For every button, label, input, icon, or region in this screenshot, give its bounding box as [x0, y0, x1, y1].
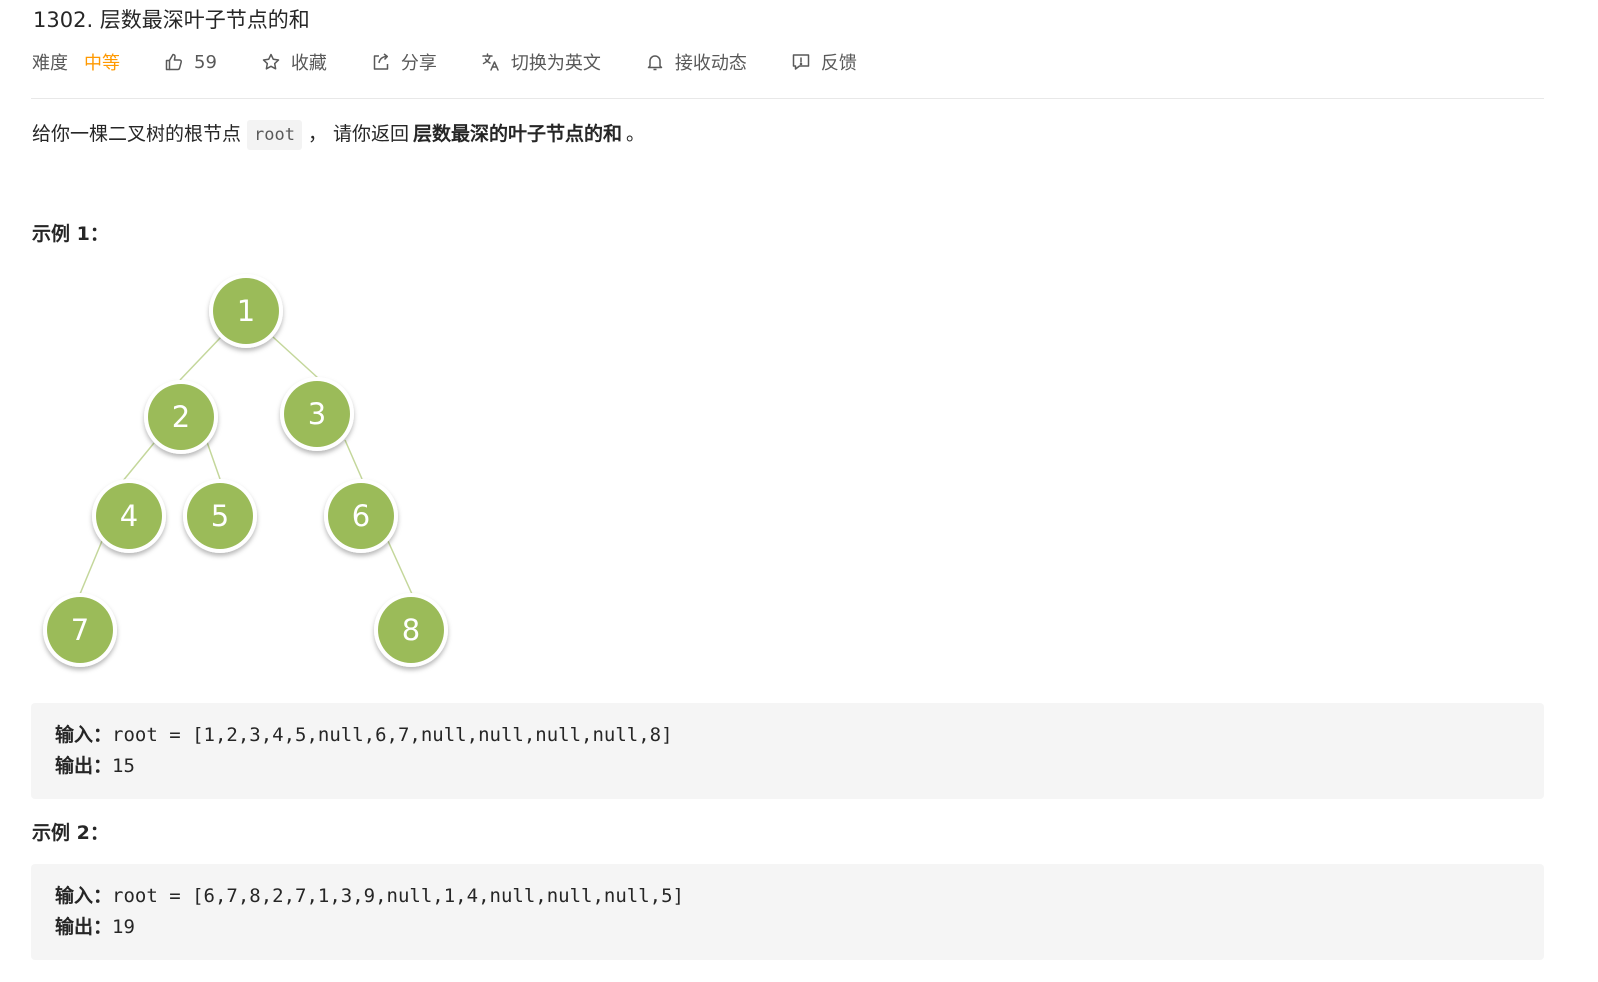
tree-edges — [79, 336, 413, 595]
example-1-title: 示例 1： — [32, 223, 109, 245]
share-button[interactable]: 分享 — [371, 49, 437, 75]
tree-node: 5 — [183, 479, 257, 553]
tree-edge — [79, 540, 103, 595]
tree-node-label: 5 — [211, 499, 229, 533]
star-icon — [261, 52, 281, 72]
tree-edge — [121, 442, 155, 483]
tree-node: 7 — [43, 593, 117, 667]
tree-node-label: 2 — [172, 400, 190, 434]
tree-edge — [272, 336, 319, 379]
translate-icon — [481, 52, 501, 72]
example-1-code-block: 输入：root = [1,2,3,4,5,null,6,7,null,null,… — [31, 703, 1544, 799]
header-divider — [31, 98, 1544, 99]
favorite-label: 收藏 — [290, 53, 327, 74]
output-label: 输出： — [55, 916, 113, 938]
tree-edge — [344, 439, 363, 480]
description-prefix: 给你一棵二叉树的根节点 — [32, 123, 242, 145]
share-icon — [371, 52, 391, 72]
problem-description: 给你一棵二叉树的根节点 root， 请你返回 层数最深的叶子节点的和。 — [32, 116, 645, 153]
example-2-output-line: 输出：19 — [55, 912, 1520, 943]
like-button[interactable]: 59 — [164, 52, 217, 73]
example-1-tree-image: 1 2 3 4 5 6 7 8 — [43, 274, 448, 667]
input-label: 输入： — [55, 724, 113, 746]
example-2-code-block: 输入：root = [6,7,8,2,7,1,3,9,null,1,4,null… — [31, 864, 1544, 960]
feedback-label: 反馈 — [820, 53, 857, 74]
description-code: root — [247, 120, 302, 150]
example-2-input-line: 输入：root = [6,7,8,2,7,1,3,9,null,1,4,null… — [55, 881, 1520, 912]
input-value: root = [1,2,3,4,5,null,6,7,null,null,nul… — [112, 724, 673, 746]
example-1-output-line: 输出：15 — [55, 751, 1520, 782]
description-suffix: 。 — [626, 123, 646, 145]
description-bold: 层数最深的叶子节点的和 — [413, 123, 623, 145]
difficulty-label: 难度 — [32, 53, 68, 74]
notify-button[interactable]: 接收动态 — [645, 49, 747, 75]
tree-nodes: 1 2 3 4 5 6 7 8 — [43, 274, 448, 667]
tree-node-label: 8 — [402, 613, 420, 647]
translate-label: 切换为英文 — [510, 53, 601, 74]
like-count: 59 — [194, 51, 217, 73]
input-label: 输入： — [55, 885, 113, 907]
tree-node: 8 — [374, 593, 448, 667]
bell-icon — [645, 52, 665, 72]
example-1-input-line: 输入：root = [1,2,3,4,5,null,6,7,null,null,… — [55, 720, 1520, 751]
tree-node: 3 — [280, 377, 354, 451]
tree-node-label: 4 — [120, 499, 138, 533]
notify-label: 接收动态 — [674, 53, 747, 74]
difficulty: 难度 中等 — [32, 49, 120, 75]
thumbs-up-icon — [164, 52, 184, 72]
tree-node-label: 3 — [308, 397, 326, 431]
tree-node-label: 1 — [237, 294, 255, 328]
output-label: 输出： — [55, 755, 113, 777]
output-value: 15 — [112, 755, 135, 777]
example-2-title: 示例 2： — [32, 822, 109, 844]
feedback-icon — [791, 52, 811, 72]
description-middle: ， 请你返回 — [307, 123, 410, 145]
translate-button[interactable]: 切换为英文 — [481, 49, 601, 75]
tree-node-label: 7 — [71, 613, 89, 647]
tree-node: 4 — [92, 479, 166, 553]
tree-node: 1 — [209, 274, 283, 348]
output-value: 19 — [112, 916, 135, 938]
problem-meta-bar: 难度 中等 59 收藏 分享 切换为英文 接收动态 反馈 — [32, 46, 901, 78]
input-value: root = [6,7,8,2,7,1,3,9,null,1,4,null,nu… — [112, 885, 684, 907]
tree-edge — [387, 540, 413, 595]
share-label: 分享 — [400, 53, 437, 74]
difficulty-value: 中等 — [84, 53, 120, 74]
tree-node: 6 — [324, 479, 398, 553]
tree-edge — [179, 336, 222, 381]
problem-title: 1302. 层数最深叶子节点的和 — [33, 8, 310, 32]
feedback-button[interactable]: 反馈 — [791, 49, 857, 75]
tree-edge — [206, 441, 221, 480]
tree-node: 2 — [144, 380, 218, 454]
favorite-button[interactable]: 收藏 — [261, 49, 327, 75]
tree-node-label: 6 — [352, 499, 370, 533]
